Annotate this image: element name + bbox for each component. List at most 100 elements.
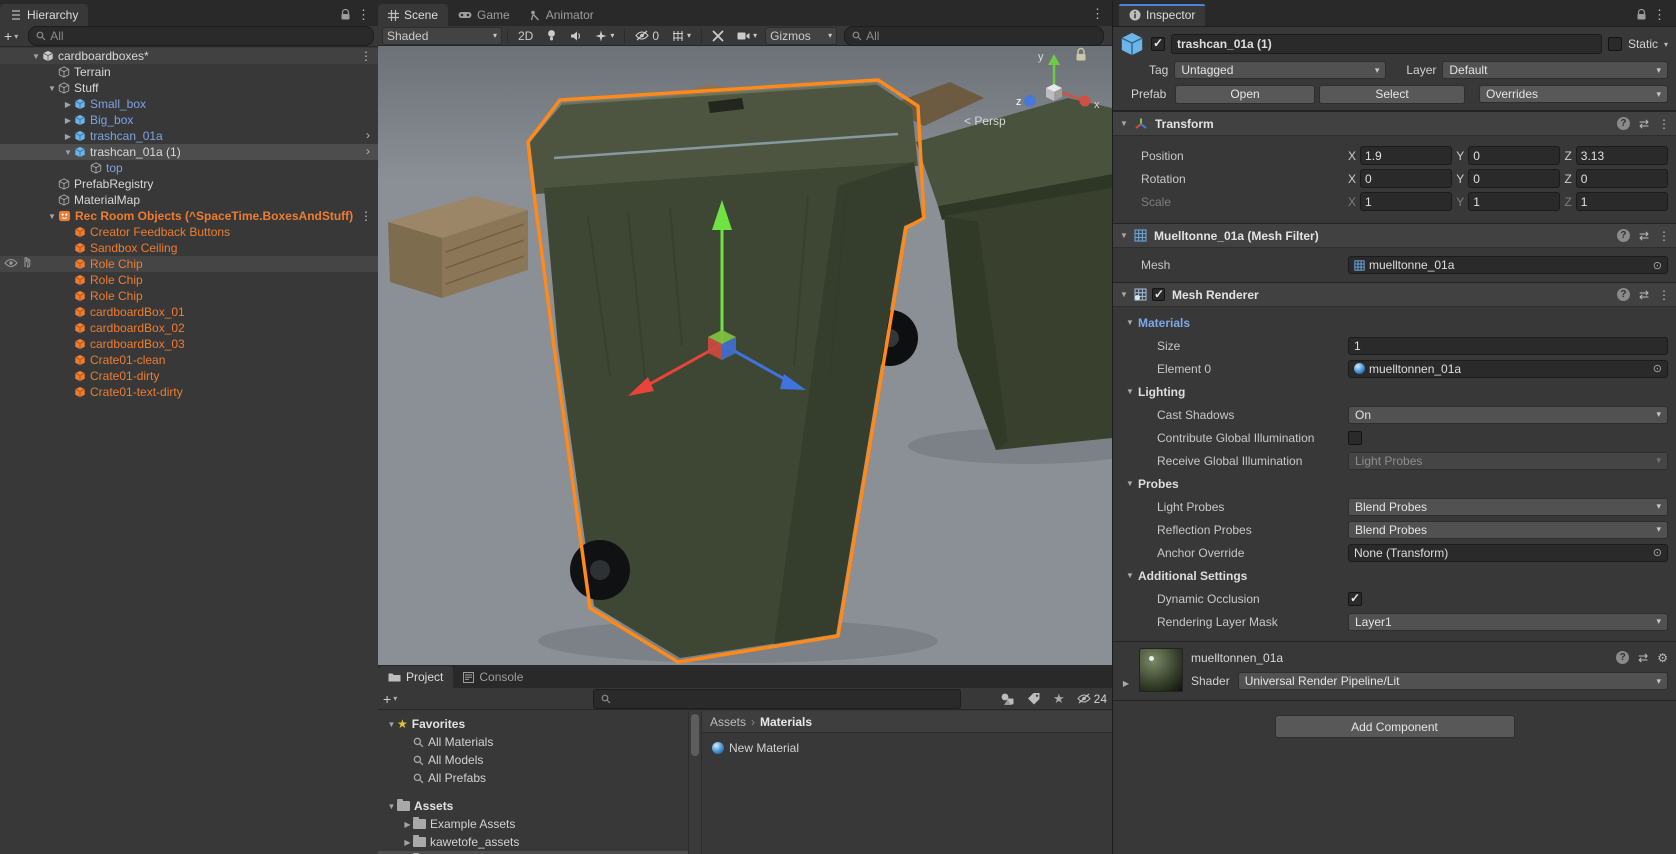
foldout-arrow[interactable]: ▼ xyxy=(1125,387,1135,396)
foldout-arrow[interactable]: ▶ xyxy=(62,100,74,109)
foldout-arrow[interactable]: ▼ xyxy=(1119,290,1129,299)
hierarchy-item-big-box[interactable]: ▶Big_box xyxy=(0,112,378,128)
foldout-arrow[interactable]: ▼ xyxy=(1125,318,1135,327)
help-icon[interactable]: ? xyxy=(1617,288,1630,301)
prefab-overrides-dropdown[interactable]: Overrides▾ xyxy=(1479,85,1668,103)
dynamic-occlusion-checkbox[interactable] xyxy=(1348,592,1362,606)
hierarchy-item-role-chip[interactable]: Role Chip xyxy=(0,256,378,272)
asset-item-new-material[interactable]: New Material xyxy=(702,739,1113,757)
row-visibility-controls[interactable] xyxy=(4,257,32,271)
hierarchy-lock-icon[interactable] xyxy=(340,9,351,21)
object-picker-icon[interactable]: ⊙ xyxy=(1653,546,1662,559)
reflection-probes-dropdown[interactable]: Blend Probes▾ xyxy=(1348,521,1668,539)
foldout-arrow[interactable]: ▼ xyxy=(46,212,58,221)
presets-icon[interactable]: ⇄ xyxy=(1639,117,1649,131)
hierarchy-item-cardboardbox-02[interactable]: cardboardBox_02 xyxy=(0,320,378,336)
light-probes-dropdown[interactable]: Blend Probes▾ xyxy=(1348,498,1668,516)
pick-icon[interactable] xyxy=(22,257,32,271)
prefab-open-button[interactable]: Open xyxy=(1175,85,1315,104)
breadcrumb-root[interactable]: Assets xyxy=(710,715,746,729)
presets-icon[interactable]: ⇄ xyxy=(1639,229,1649,243)
hierarchy-add-button[interactable]: + xyxy=(4,28,12,44)
toggle-2d-button[interactable]: 2D xyxy=(513,27,538,45)
object-picker-icon[interactable]: ⊙ xyxy=(1653,259,1662,272)
hierarchy-item-cardboardbox-03[interactable]: cardboardBox_03 xyxy=(0,336,378,352)
scene-lighting-icon[interactable] xyxy=(541,27,562,45)
active-checkbox[interactable] xyxy=(1151,37,1165,51)
project-tree-item-all-prefabs[interactable]: All Prefabs xyxy=(378,769,688,787)
hierarchy-item-rec-room-objects-spacetime-boxesandstuff-[interactable]: ▼Rec Room Objects (^SpaceTime.BoxesAndSt… xyxy=(0,208,378,224)
add-component-button[interactable]: Add Component xyxy=(1275,715,1515,738)
foldout-arrow[interactable]: ▼ xyxy=(30,52,42,61)
hierarchy-item-small-box[interactable]: ▶Small_box xyxy=(0,96,378,112)
hierarchy-item-top[interactable]: top xyxy=(0,160,378,176)
layer-dropdown[interactable]: Default▾ xyxy=(1442,61,1668,79)
foldout-arrow[interactable]: ▶ xyxy=(402,838,413,847)
foldout-arrow[interactable]: ▼ xyxy=(1119,119,1129,128)
filter-by-type-icon[interactable] xyxy=(1000,692,1015,706)
axis-z-input[interactable]: 1 xyxy=(1576,192,1668,211)
foldout-arrow[interactable]: ▼ xyxy=(1125,479,1135,488)
hierarchy-search-input[interactable]: All xyxy=(28,26,374,46)
hierarchy-item-sandbox-ceiling[interactable]: Sandbox Ceiling xyxy=(0,240,378,256)
scene-grid-toggle[interactable]: ▾ xyxy=(667,27,696,45)
project-tree-item-all-models[interactable]: All Models xyxy=(378,751,688,769)
section-additional-settings[interactable]: ▼Additional Settings xyxy=(1113,564,1676,587)
material-preview-thumbnail[interactable] xyxy=(1139,648,1183,692)
hierarchy-item-materialmap[interactable]: MaterialMap xyxy=(0,192,378,208)
axis-y-input[interactable]: 0 xyxy=(1468,146,1560,165)
item-menu-icon[interactable]: ⋮ xyxy=(360,49,372,63)
element-0-object-field[interactable]: muelltonnen_01a⊙ xyxy=(1348,360,1668,378)
project-tree-item-all-materials[interactable]: All Materials xyxy=(378,733,688,751)
hierarchy-item-role-chip[interactable]: Role Chip xyxy=(0,272,378,288)
hierarchy-item-stuff[interactable]: ▼Stuff xyxy=(0,80,378,96)
favorites-star-icon[interactable]: ★ xyxy=(1053,691,1065,707)
hierarchy-menu-icon[interactable]: ⋮ xyxy=(353,7,374,23)
tab-hierarchy[interactable]: Hierarchy xyxy=(0,4,88,26)
transform-header[interactable]: ▼ Transform ?⇄⋮ xyxy=(1113,111,1676,136)
help-icon[interactable]: ? xyxy=(1616,651,1629,664)
project-tree-item-favorites[interactable]: ▼★Favorites xyxy=(378,715,688,733)
prefab-open-chevron[interactable]: › xyxy=(366,144,370,158)
inspector-menu-icon[interactable]: ⋮ xyxy=(1649,7,1670,23)
prefab-open-chevron[interactable]: › xyxy=(366,128,370,142)
component-menu-icon[interactable]: ⋮ xyxy=(1658,288,1670,302)
tab-inspector[interactable]: Inspector xyxy=(1119,4,1205,26)
hierarchy-add-caret[interactable]: ▾ xyxy=(14,32,18,41)
project-add-caret[interactable]: ▾ xyxy=(393,694,397,703)
tab-scene[interactable]: Scene xyxy=(378,4,448,26)
section-materials[interactable]: ▼Materials xyxy=(1113,311,1676,334)
scene-tools-icon[interactable] xyxy=(707,27,729,45)
tag-dropdown[interactable]: Untagged▾ xyxy=(1174,61,1386,79)
eye-icon[interactable] xyxy=(4,257,18,271)
axis-x-input[interactable]: 1 xyxy=(1360,192,1452,211)
presets-icon[interactable]: ⇄ xyxy=(1638,651,1648,665)
rendering-layer-mask-dropdown[interactable]: Layer1▾ xyxy=(1348,613,1668,631)
project-search-input[interactable] xyxy=(593,689,961,709)
project-add-button[interactable]: + xyxy=(383,691,391,707)
scene-effects-icon[interactable]: ▾ xyxy=(590,27,619,45)
tab-animator[interactable]: Animator xyxy=(520,4,604,26)
gear-icon[interactable]: ⚙ xyxy=(1657,651,1668,665)
scene-visibility-toggle[interactable]: 0 xyxy=(630,27,664,45)
inspector-lock-icon[interactable] xyxy=(1636,9,1647,21)
foldout-arrow[interactable]: ▶ xyxy=(62,116,74,125)
axis-x-input[interactable]: 0 xyxy=(1360,169,1452,188)
section-probes[interactable]: ▼Probes xyxy=(1113,472,1676,495)
foldout-arrow[interactable]: ▼ xyxy=(46,84,58,93)
hierarchy-item-crate01-text-dirty[interactable]: Crate01-text-dirty xyxy=(0,384,378,400)
hierarchy-item-creator-feedback-buttons[interactable]: Creator Feedback Buttons xyxy=(0,224,378,240)
scene-menu-icon[interactable]: ⋮ xyxy=(1091,6,1112,26)
axis-x-input[interactable]: 1.9 xyxy=(1360,146,1452,165)
filter-by-label-icon[interactable] xyxy=(1027,692,1041,705)
foldout-arrow[interactable]: ▼ xyxy=(1119,231,1129,240)
prefab-select-button[interactable]: Select xyxy=(1319,85,1465,104)
scene-search-input[interactable]: All xyxy=(844,26,1104,46)
help-icon[interactable]: ? xyxy=(1617,229,1630,242)
material-foldout-arrow[interactable]: ▶ xyxy=(1121,679,1131,688)
hierarchy-item-crate01-dirty[interactable]: Crate01-dirty xyxy=(0,368,378,384)
scene-viewport[interactable]: y x z < Persp xyxy=(378,46,1112,665)
hierarchy-item-trashcan-01a-1-[interactable]: ▼trashcan_01a (1)› xyxy=(0,144,378,160)
shading-mode-dropdown[interactable]: Shaded▾ xyxy=(382,27,502,45)
hierarchy-item-prefabregistry[interactable]: PrefabRegistry xyxy=(0,176,378,192)
